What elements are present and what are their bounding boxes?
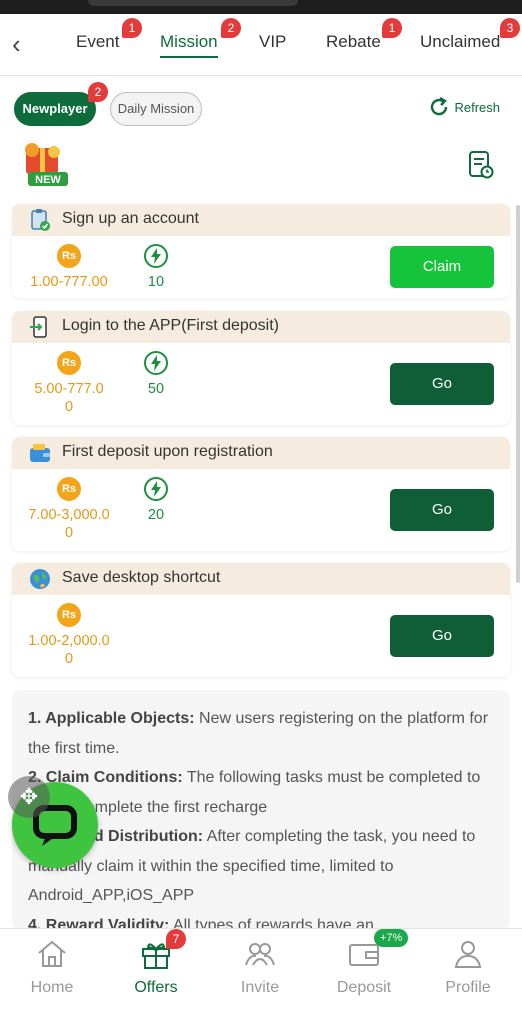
mission-card: First deposit upon registration Rs 7.00-… [12, 437, 510, 551]
new-badge: NEW [35, 174, 61, 186]
wallet-deposit-icon [30, 444, 50, 462]
reward-amount: 1.00-2,000.00 [28, 633, 110, 667]
clipboard-icon [31, 209, 50, 231]
tab-event-badge: 1 [122, 18, 142, 38]
scrollbar[interactable] [516, 205, 520, 583]
nav-offers[interactable]: Offers [104, 929, 208, 1024]
nav-profile[interactable]: Profile [416, 929, 520, 1024]
nav-home[interactable]: Home [0, 929, 104, 1024]
top-tab-bar: ‹ Event 1 Mission 2 VIP Rebate 1 Unclaim… [0, 14, 522, 76]
claim-button[interactable]: Claim [390, 246, 494, 288]
tab-rebate-badge: 1 [382, 18, 402, 38]
coin-icon: Rs [57, 477, 81, 501]
tab-rebate[interactable]: Rebate [326, 32, 381, 52]
tab-event[interactable]: Event [76, 32, 119, 52]
home-icon [38, 940, 66, 967]
subtab-newplayer-badge: 2 [88, 82, 108, 102]
subtab-daily-mission[interactable]: Daily Mission [110, 92, 202, 126]
tab-unclaimed[interactable]: Unclaimed [420, 32, 500, 52]
tab-vip[interactable]: VIP [259, 32, 286, 52]
nav-invite[interactable]: Invite [208, 929, 312, 1024]
offers-badge: 7 [166, 929, 186, 949]
mission-card: Login to the APP(First deposit) Rs 5.00-… [12, 311, 510, 425]
globe-shortcut-icon [30, 569, 50, 589]
coin-icon: Rs [57, 244, 81, 268]
tab-unclaimed-badge: 3 [500, 18, 520, 38]
go-button[interactable]: Go [390, 363, 494, 405]
go-button[interactable]: Go [390, 615, 494, 657]
rule-item: 1. Applicable Objects: New users registe… [28, 710, 489, 757]
refresh-icon [431, 96, 448, 116]
refresh-label: Refresh [454, 100, 500, 115]
mission-card: Save desktop shortcut Rs 1.00-2,000.00 G… [12, 563, 510, 677]
person-icon [454, 941, 482, 968]
mission-title: First deposit upon registration [62, 443, 273, 460]
bottom-nav: Home Offers 7 Invite Deposit +7% Profile [0, 928, 522, 1024]
reward-amount: 5.00-777.00 [34, 381, 104, 415]
tab-mission-badge: 2 [221, 18, 241, 38]
reward-points: 50 [147, 381, 165, 397]
people-icon [245, 943, 275, 966]
mission-card: Sign up an account Rs 1.00-777.00 10 Cla… [12, 204, 510, 298]
drag-handle-icon[interactable]: ✥ [8, 776, 50, 818]
reward-amount: 1.00-777.00 [30, 274, 108, 290]
mission-title: Save desktop shortcut [62, 569, 221, 586]
offers-page: ‹ Event 1 Mission 2 VIP Rebate 1 Unclaim… [0, 0, 522, 1024]
deposit-bonus-badge: +7% [374, 929, 409, 947]
mission-title: Sign up an account [62, 210, 199, 227]
tab-mission[interactable]: Mission [160, 32, 218, 58]
coin-icon: Rs [57, 603, 81, 627]
reward-points: 20 [147, 507, 165, 523]
phone-login-icon [30, 316, 47, 338]
energy-icon [144, 244, 168, 268]
go-button[interactable]: Go [390, 489, 494, 531]
energy-icon [144, 477, 168, 501]
refresh-button[interactable]: Refresh [431, 96, 500, 120]
new-gift-icon: NEW [18, 142, 74, 190]
coin-icon: Rs [57, 351, 81, 375]
status-bar [0, 0, 522, 14]
mission-title: Login to the APP(First deposit) [62, 317, 279, 334]
back-icon[interactable]: ‹ [12, 30, 34, 58]
subtab-newplayer[interactable]: Newplayer [14, 92, 96, 126]
reward-amount: 7.00-3,000.00 [28, 507, 110, 541]
record-list-icon[interactable] [468, 150, 494, 180]
reward-points: 10 [147, 274, 165, 290]
energy-icon [144, 351, 168, 375]
